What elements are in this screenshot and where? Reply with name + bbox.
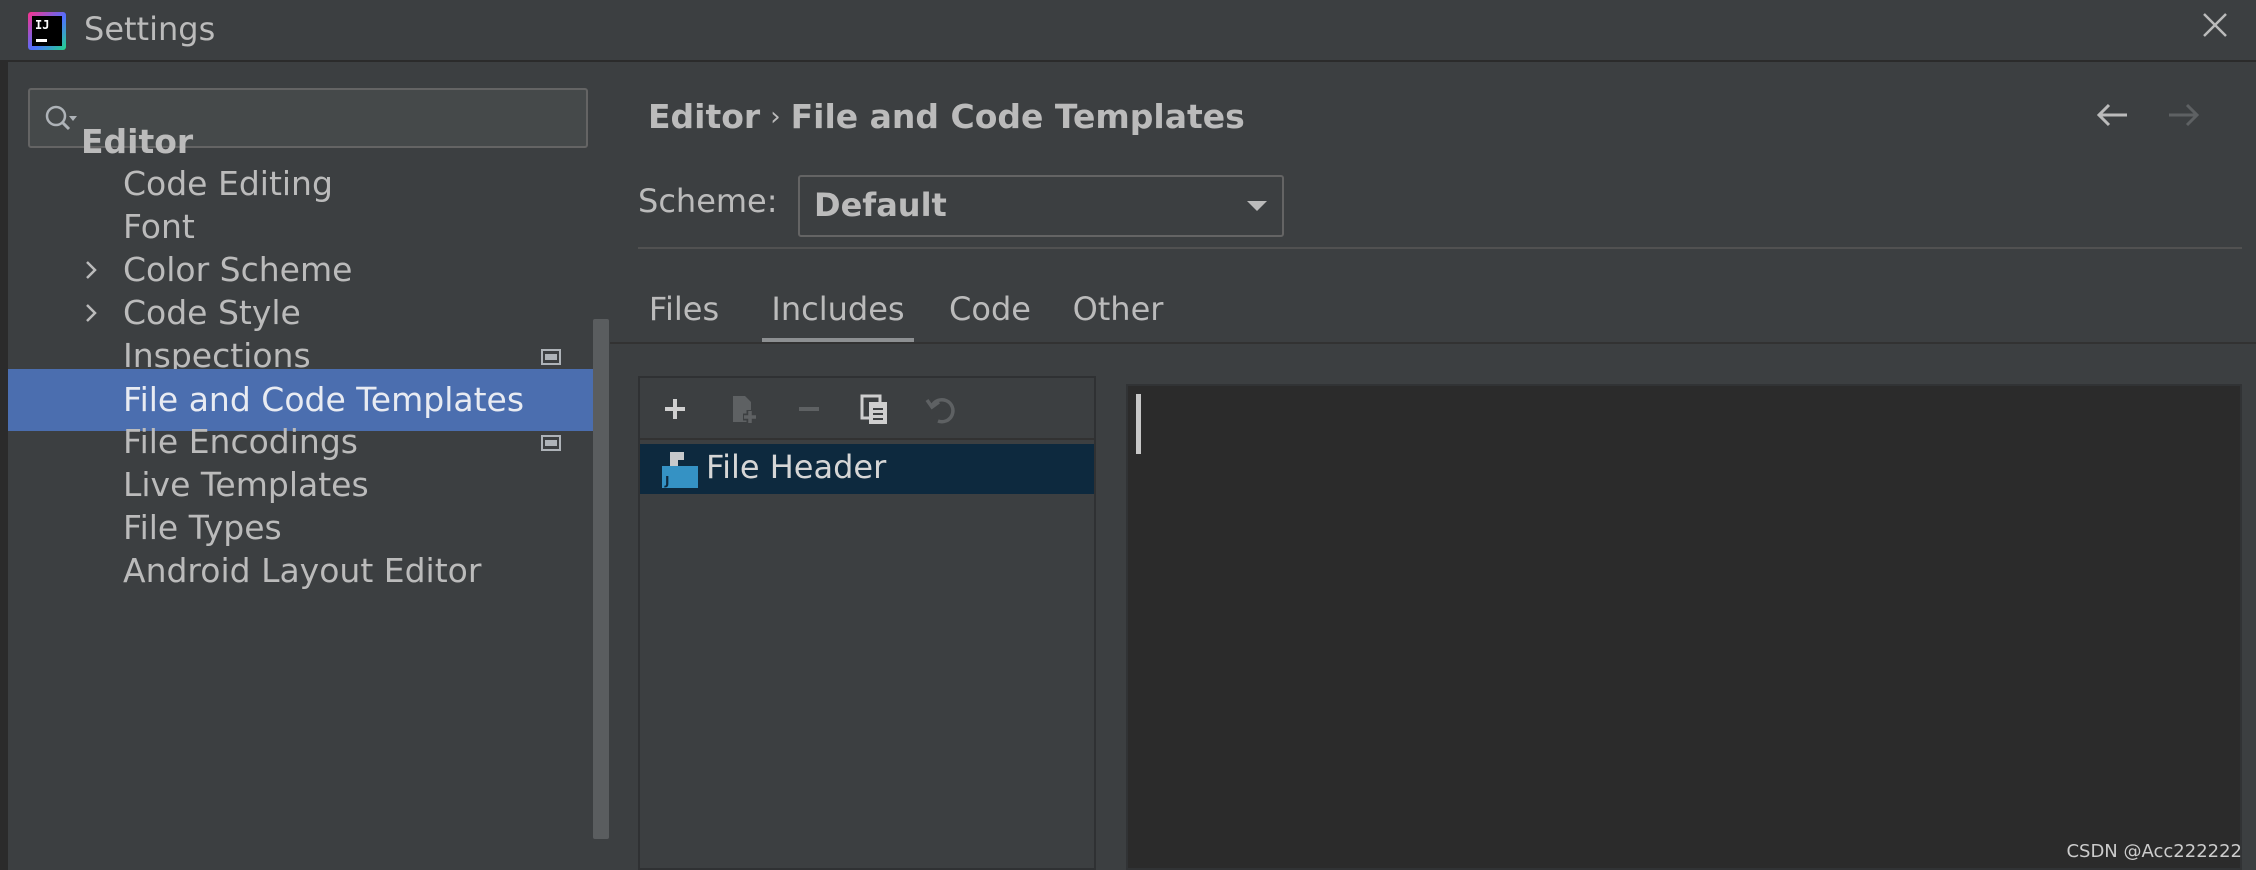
add-icon[interactable]	[656, 390, 694, 428]
intellij-logo-icon: IJ	[28, 12, 66, 50]
template-list-item-label: File Header	[706, 448, 887, 486]
forward-arrow-icon[interactable]	[2165, 100, 2201, 130]
tab-files[interactable]: Files	[636, 284, 732, 344]
title-bar: IJ Settings	[0, 0, 2256, 62]
tab-code[interactable]: Code	[942, 284, 1038, 344]
sidebar-item-android-layout-editor[interactable]: Android Layout Editor	[8, 540, 608, 602]
project-level-icon	[541, 349, 561, 365]
breadcrumb-separator-icon: ›	[770, 102, 781, 132]
remove-icon[interactable]	[790, 390, 828, 428]
chevron-right-icon[interactable]	[84, 259, 98, 281]
sidebar-scrollbar[interactable]	[593, 319, 609, 839]
template-tabs: Files Includes Code Other	[610, 284, 2256, 344]
scheme-label: Scheme:	[638, 182, 778, 220]
divider	[638, 247, 2242, 249]
template-editor[interactable]	[1126, 384, 2242, 870]
tab-other[interactable]: Other	[1064, 284, 1172, 344]
tab-includes[interactable]: Includes	[762, 284, 914, 344]
reset-icon[interactable]	[922, 390, 960, 428]
copy-icon[interactable]	[856, 390, 894, 428]
project-level-icon	[541, 435, 561, 451]
divider	[610, 342, 2256, 344]
back-arrow-icon[interactable]	[2095, 100, 2131, 130]
window-title: Settings	[84, 10, 216, 48]
logo-text: IJ	[35, 18, 50, 32]
scheme-dropdown[interactable]: Default	[798, 175, 1284, 237]
chevron-right-icon[interactable]	[84, 302, 98, 324]
chevron-down-icon	[1247, 201, 1267, 211]
text-caret	[1136, 394, 1141, 454]
watermark: CSDN @Acc222222	[2066, 841, 2242, 862]
add-child-icon[interactable]	[724, 390, 762, 428]
sidebar-item-label: Android Layout Editor	[123, 551, 482, 590]
close-icon[interactable]	[2200, 10, 2230, 40]
java-file-icon: J	[662, 452, 698, 488]
templates-list-panel: J File Header	[638, 376, 1096, 870]
breadcrumb-current: File and Code Templates	[790, 97, 1245, 136]
scheme-value: Default	[814, 186, 947, 224]
breadcrumb: Editor › File and Code Templates	[648, 97, 1245, 136]
svg-text:J: J	[664, 474, 669, 488]
template-list-item[interactable]: J File Header	[640, 444, 1094, 494]
window-left-edge	[0, 0, 8, 870]
settings-content: Editor › File and Code Templates Scheme: D…	[610, 64, 2256, 870]
settings-sidebar: Editor Code Editing Font Color Scheme Co…	[8, 64, 609, 870]
breadcrumb-parent[interactable]: Editor	[648, 97, 760, 136]
templates-toolbar	[640, 378, 1094, 440]
